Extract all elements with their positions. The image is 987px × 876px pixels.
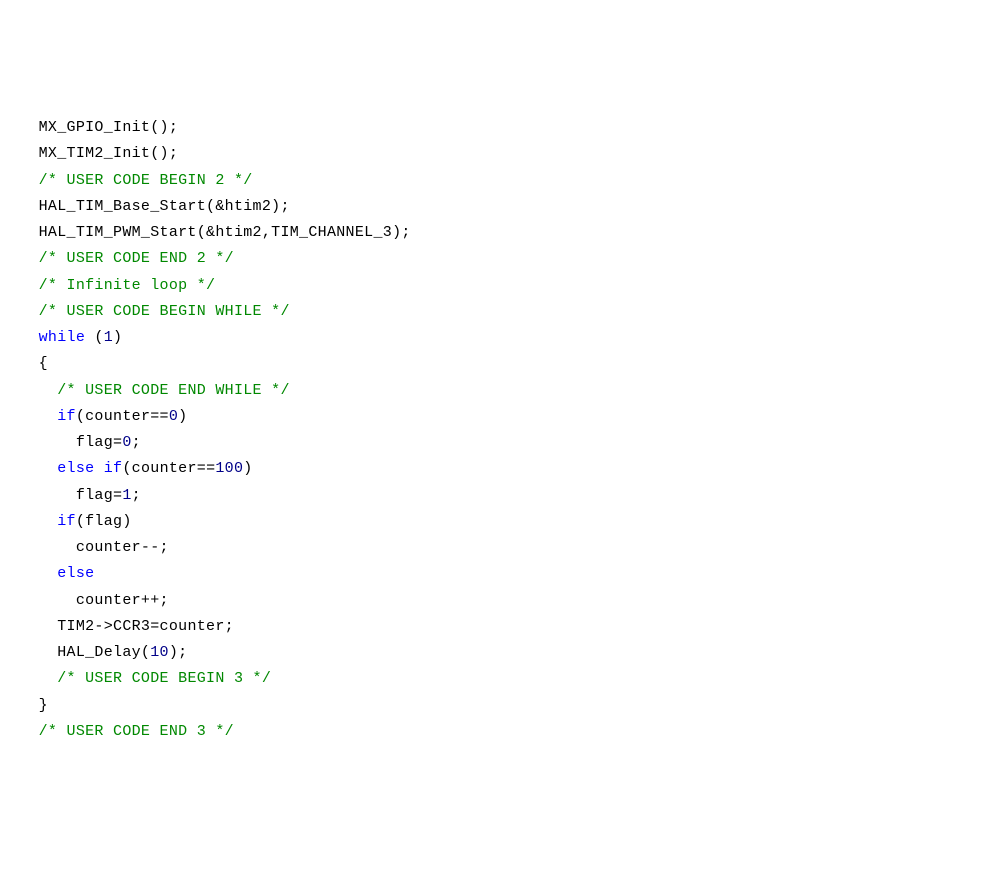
- indent: [20, 224, 39, 241]
- code-line: while (1): [20, 325, 967, 351]
- plain-token: ): [178, 408, 187, 425]
- indent: [20, 408, 57, 425]
- comment-token: /* USER CODE BEGIN 2 */: [39, 172, 253, 189]
- plain-token: flag=: [76, 487, 123, 504]
- plain-token: (: [85, 329, 104, 346]
- plain-token: (counter==: [76, 408, 169, 425]
- code-line: else if(counter==100): [20, 456, 967, 482]
- indent: [20, 198, 39, 215]
- plain-token: (flag): [76, 513, 132, 530]
- code-line: /* USER CODE BEGIN 2 */: [20, 168, 967, 194]
- code-line: flag=0;: [20, 430, 967, 456]
- code-line: {: [20, 351, 967, 377]
- number-token: 0: [122, 434, 131, 451]
- comment-token: /* USER CODE END WHILE */: [57, 382, 290, 399]
- indent: [20, 618, 57, 635]
- keyword-token: while: [39, 329, 86, 346]
- indent: [20, 513, 57, 530]
- comment-token: /* USER CODE END 3 */: [39, 723, 234, 740]
- plain-token: ;: [132, 487, 141, 504]
- code-line: /* USER CODE END WHILE */: [20, 378, 967, 404]
- code-line: HAL_TIM_Base_Start(&htim2);: [20, 194, 967, 220]
- indent: [20, 592, 76, 609]
- code-line: HAL_TIM_PWM_Start(&htim2,TIM_CHANNEL_3);: [20, 220, 967, 246]
- code-line: TIM2->CCR3=counter;: [20, 614, 967, 640]
- plain-token: MX_GPIO_Init();: [39, 119, 179, 136]
- code-line: else: [20, 561, 967, 587]
- plain-token: ): [243, 460, 252, 477]
- number-token: 1: [104, 329, 113, 346]
- indent: [20, 250, 39, 267]
- plain-token: );: [169, 644, 188, 661]
- plain-token: HAL_TIM_PWM_Start(&htim2,TIM_CHANNEL_3);: [39, 224, 411, 241]
- plain-token: counter++;: [76, 592, 169, 609]
- code-line: counter++;: [20, 588, 967, 614]
- number-token: 0: [169, 408, 178, 425]
- indent: [20, 329, 39, 346]
- number-token: 100: [215, 460, 243, 477]
- keyword-token: if: [57, 408, 76, 425]
- indent: [20, 145, 39, 162]
- code-line: /* USER CODE END 2 */: [20, 246, 967, 272]
- code-line: MX_GPIO_Init();: [20, 115, 967, 141]
- indent: [20, 670, 57, 687]
- indent: [20, 565, 57, 582]
- plain-token: MX_TIM2_Init();: [39, 145, 179, 162]
- plain-token: ;: [132, 434, 141, 451]
- indent: [20, 434, 76, 451]
- comment-token: /* USER CODE BEGIN 3 */: [57, 670, 271, 687]
- code-line: HAL_Delay(10);: [20, 640, 967, 666]
- indent: [20, 277, 39, 294]
- code-line: /* USER CODE BEGIN 3 */: [20, 666, 967, 692]
- indent: [20, 487, 76, 504]
- indent: [20, 382, 57, 399]
- code-line: /* USER CODE END 3 */: [20, 719, 967, 745]
- keyword-token: if: [57, 513, 76, 530]
- keyword-token: if: [104, 460, 123, 477]
- plain-token: flag=: [76, 434, 123, 451]
- keyword-token: else: [57, 565, 94, 582]
- indent: [20, 303, 39, 320]
- indent: [20, 355, 39, 372]
- plain-token: }: [39, 697, 48, 714]
- plain-token: TIM2->CCR3=counter;: [57, 618, 234, 635]
- code-line: /* Infinite loop */: [20, 273, 967, 299]
- comment-token: /* USER CODE END 2 */: [39, 250, 234, 267]
- code-line: if(flag): [20, 509, 967, 535]
- code-block: MX_GPIO_Init(); MX_TIM2_Init(); /* USER …: [20, 115, 967, 745]
- code-line: /* USER CODE BEGIN WHILE */: [20, 299, 967, 325]
- indent: [20, 644, 57, 661]
- keyword-token: else: [57, 460, 94, 477]
- plain-token: counter--;: [76, 539, 169, 556]
- code-line: }: [20, 693, 967, 719]
- indent: [20, 172, 39, 189]
- plain-token: {: [39, 355, 48, 372]
- code-line: counter--;: [20, 535, 967, 561]
- code-line: flag=1;: [20, 483, 967, 509]
- comment-token: /* USER CODE BEGIN WHILE */: [39, 303, 290, 320]
- plain-token: (counter==: [122, 460, 215, 477]
- comment-token: /* Infinite loop */: [39, 277, 216, 294]
- code-line: MX_TIM2_Init();: [20, 141, 967, 167]
- plain-token: HAL_Delay(: [57, 644, 150, 661]
- indent: [20, 539, 76, 556]
- plain-token: HAL_TIM_Base_Start(&htim2);: [39, 198, 290, 215]
- indent: [20, 723, 39, 740]
- number-token: 1: [122, 487, 131, 504]
- code-line: if(counter==0): [20, 404, 967, 430]
- plain-token: ): [113, 329, 122, 346]
- indent: [20, 119, 39, 136]
- indent: [20, 460, 57, 477]
- plain-token: [94, 460, 103, 477]
- indent: [20, 697, 39, 714]
- number-token: 10: [150, 644, 169, 661]
